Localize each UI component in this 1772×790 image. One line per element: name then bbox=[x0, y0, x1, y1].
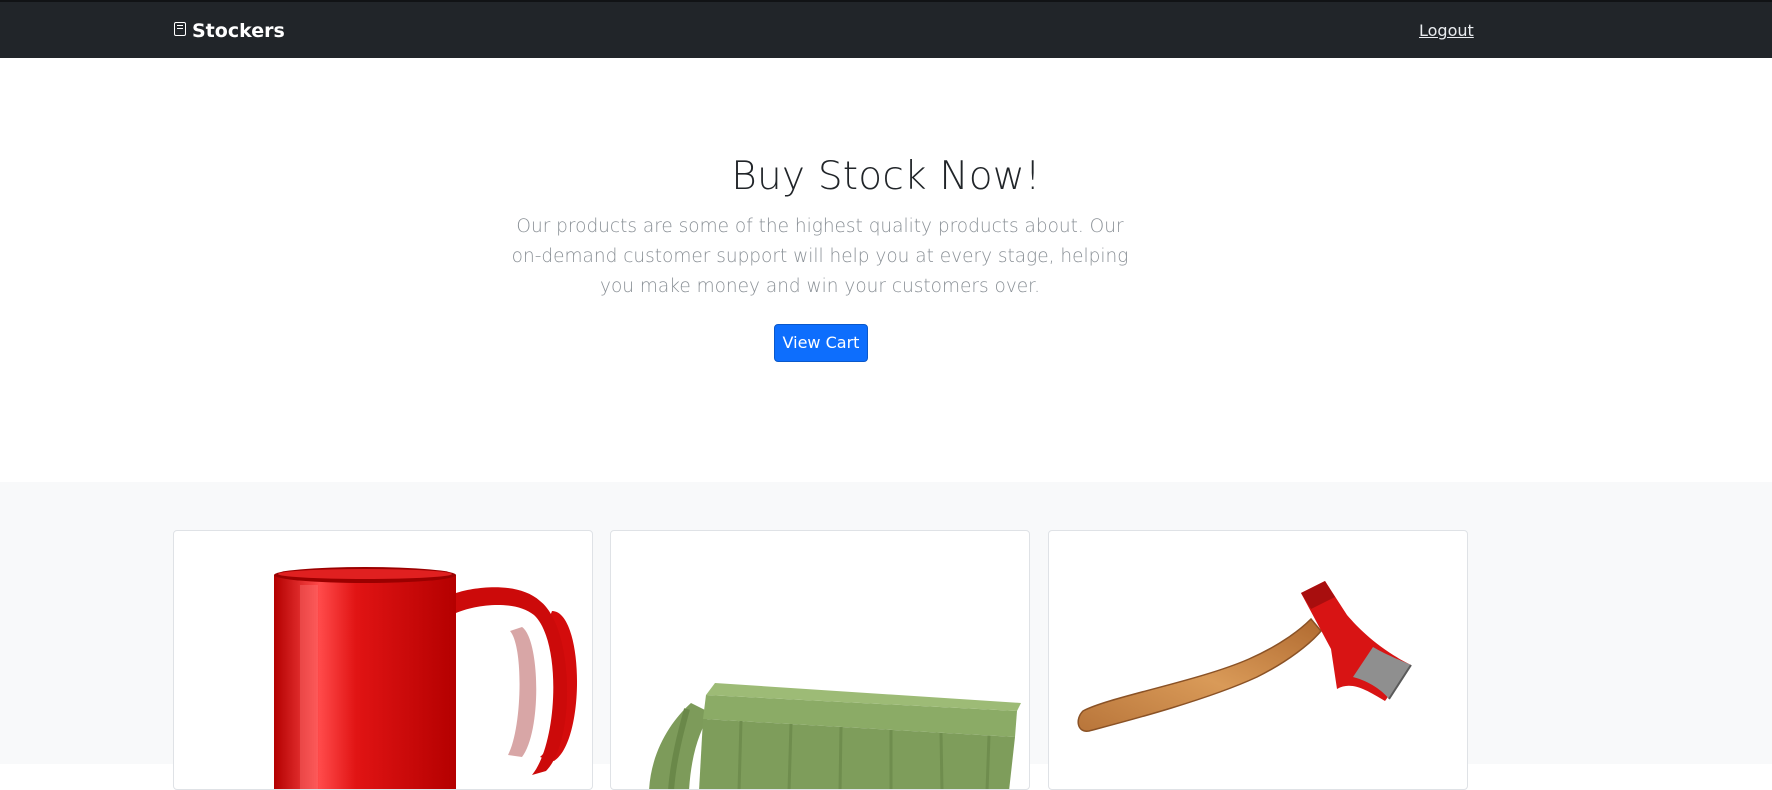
view-cart-button[interactable]: View Cart bbox=[774, 324, 868, 362]
newspaper-icon bbox=[174, 22, 186, 36]
red-axe-image bbox=[1077, 581, 1412, 732]
hero-title: Buy Stock Now! bbox=[731, 154, 1041, 199]
brand-link[interactable]: Stockers bbox=[174, 20, 285, 42]
brand-name: Stockers bbox=[192, 20, 285, 42]
hero-description: Our products are some of the highest qua… bbox=[511, 216, 1129, 297]
hero-section: Buy Stock Now! Our products are some of … bbox=[0, 58, 1772, 482]
top-navbar: Stockers Logout bbox=[0, 0, 1772, 58]
product-card[interactable] bbox=[173, 530, 593, 790]
green-wheelie-bin-image bbox=[649, 683, 1021, 789]
red-mug-image bbox=[274, 567, 578, 789]
logout-link[interactable]: Logout bbox=[1419, 21, 1474, 40]
product-card[interactable] bbox=[1048, 530, 1468, 790]
products-section bbox=[0, 482, 1772, 790]
product-card[interactable] bbox=[610, 530, 1030, 790]
